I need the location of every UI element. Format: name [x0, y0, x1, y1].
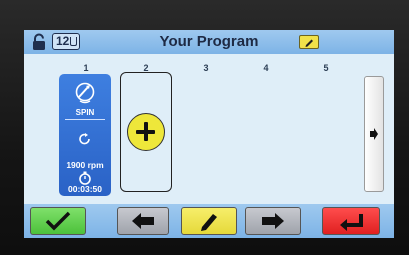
step-number-1: 1 [83, 63, 89, 73]
right-arrow-icon [262, 213, 284, 229]
right-arrow-icon [370, 128, 378, 140]
device-number: 12 [56, 34, 70, 48]
scroll-right-button[interactable] [364, 76, 384, 192]
next-button[interactable] [245, 207, 301, 235]
step-number-4: 4 [263, 63, 269, 73]
rotation-icon [79, 133, 90, 145]
checkmark-icon [45, 211, 71, 231]
cup-icon [70, 37, 77, 46]
timer-icon [79, 171, 91, 185]
step-speed: 1900 rpm [66, 160, 104, 170]
divider [65, 119, 105, 120]
previous-button[interactable] [117, 207, 169, 235]
left-arrow-icon [132, 213, 154, 229]
spin-icon [75, 82, 95, 104]
step-2-slot[interactable] [120, 72, 172, 192]
edit-button[interactable] [181, 207, 237, 235]
step-1-card[interactable]: SPIN 1900 rpm 00:03:50 [59, 74, 111, 196]
return-arrow-icon [340, 214, 363, 231]
page-title: Your Program [159, 33, 259, 50]
step-time: 00:03:50 [67, 184, 103, 194]
step-mode: SPIN [75, 108, 95, 117]
plus-icon[interactable] [127, 113, 165, 151]
header-bar: 12 Your Program [24, 30, 394, 54]
edit-title-button[interactable] [299, 35, 319, 49]
pencil-icon [201, 214, 217, 231]
footer-bar [24, 204, 394, 238]
return-button[interactable] [322, 207, 380, 235]
step-number-5: 5 [323, 63, 329, 73]
confirm-button[interactable] [30, 207, 86, 235]
lock-icon[interactable] [30, 33, 48, 51]
step-number-3: 3 [203, 63, 209, 73]
device-number-badge: 12 [52, 33, 80, 50]
touch-screen: 12 Your Program 1 2 3 4 5 SPIN 1900 rpm [24, 30, 394, 238]
pencil-icon [305, 39, 313, 47]
